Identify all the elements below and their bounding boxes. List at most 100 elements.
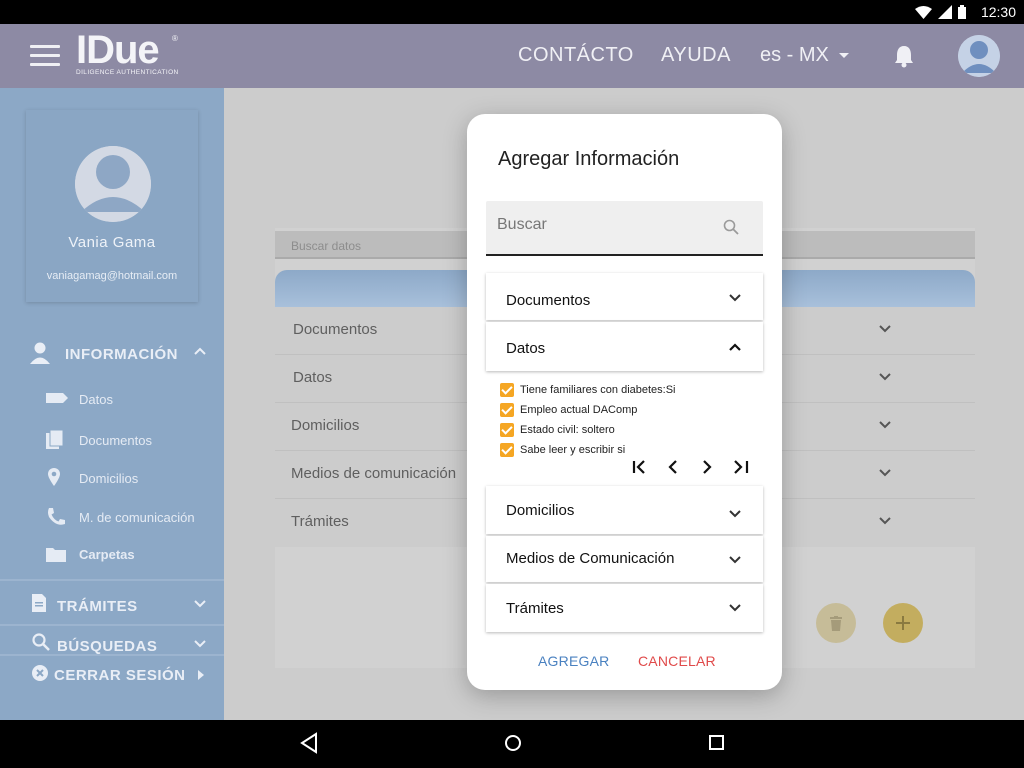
- sidebar-section-label: INFORMACIÓN: [65, 346, 178, 363]
- checkbox-checked[interactable]: [500, 403, 514, 417]
- sidebar-section-tramites[interactable]: TRÁMITES: [0, 588, 224, 624]
- chevron-down-icon: [729, 604, 741, 612]
- wifi-icon: [915, 5, 932, 19]
- signal-icon: [938, 5, 952, 19]
- sidebar-logout[interactable]: CERRAR SESIÓN: [0, 660, 224, 690]
- check-item[interactable]: Estado civil: soltero: [500, 420, 760, 440]
- sidebar-logout-label: CERRAR SESIÓN: [54, 667, 186, 684]
- dialog-search-input[interactable]: [497, 213, 717, 237]
- chevron-down-icon: [729, 294, 741, 302]
- agregar-button[interactable]: AGREGAR: [538, 653, 609, 669]
- search-icon[interactable]: [723, 219, 739, 235]
- logo-text: IDue: [76, 28, 160, 72]
- chevron-up-icon: [194, 347, 206, 355]
- language-value: es - MX: [760, 44, 829, 66]
- trash-icon: [830, 615, 842, 631]
- accordion-label: Medios de Comunicación: [506, 550, 675, 567]
- check-item[interactable]: Tiene familiares con diabetes:Si: [500, 380, 760, 400]
- accordion-tramites[interactable]: Trámites: [486, 584, 763, 632]
- plus-icon: [896, 616, 910, 630]
- checkbox-checked[interactable]: [500, 383, 514, 397]
- sidebar-item-label: Domicilios: [79, 471, 139, 486]
- accordion-domicilios[interactable]: Domicilios: [486, 486, 763, 534]
- sidebar: Vania Gama vaniagamag@hotmail.com INFORM…: [0, 88, 224, 720]
- nav-contact-link[interactable]: CONTÁCTO: [518, 44, 634, 67]
- row-label: Documentos: [293, 321, 378, 338]
- check-item-label: Empleo actual DAComp: [520, 404, 638, 416]
- accordion-documentos[interactable]: Documentos: [486, 273, 763, 320]
- sidebar-item-label: Documentos: [79, 433, 152, 448]
- logo-tagline: DILIGENCE AUTHENTICATION: [76, 69, 179, 76]
- row-label: Datos: [293, 369, 333, 386]
- sidebar-item-documentos[interactable]: Documentos: [0, 425, 224, 455]
- accordion-label: Trámites: [506, 600, 564, 617]
- main-search-placeholder: Buscar datos: [291, 239, 362, 253]
- sidebar-item-medios[interactable]: M. de comunicación: [0, 502, 224, 532]
- profile-card: Vania Gama vaniagamag@hotmail.com: [26, 110, 198, 302]
- first-page-button[interactable]: [629, 457, 649, 477]
- sidebar-item-label: Datos: [79, 392, 113, 407]
- avatar-icon[interactable]: [958, 35, 1000, 77]
- accordion-medios[interactable]: Medios de Comunicación: [486, 536, 763, 582]
- system-nav-bar: [0, 720, 1024, 768]
- datos-checklist: Tiene familiares con diabetes:Si Empleo …: [500, 380, 760, 460]
- search-icon: [32, 633, 50, 651]
- chevron-right-icon: [703, 460, 712, 474]
- accordion-label: Datos: [506, 340, 546, 357]
- accordion-datos[interactable]: Datos: [486, 322, 763, 371]
- chevron-left-icon: [668, 460, 677, 474]
- profile-email: vaniagamag@hotmail.com: [46, 270, 178, 282]
- app-bar: IDue DILIGENCE AUTHENTICATION ® CONTÁCTO…: [0, 24, 1024, 88]
- battery-icon: [958, 5, 966, 19]
- sidebar-divider: [0, 579, 224, 581]
- chevron-down-icon: [879, 517, 891, 525]
- home-icon[interactable]: [503, 732, 523, 754]
- file-icon: [32, 594, 46, 612]
- registered-icon: ®: [172, 34, 178, 43]
- bell-icon[interactable]: [893, 44, 915, 68]
- sidebar-item-domicilios[interactable]: Domicilios: [0, 463, 224, 493]
- accordion-label: Domicilios: [506, 502, 575, 519]
- add-button[interactable]: [883, 603, 923, 643]
- chevron-up-icon: [729, 343, 741, 351]
- add-info-dialog: Agregar Información Documentos Datos Tie…: [467, 114, 782, 690]
- pagination: [629, 457, 751, 477]
- status-bar: 12:30: [0, 0, 1024, 24]
- sidebar-item-label: Carpetas: [79, 547, 135, 562]
- last-page-icon: [734, 460, 749, 474]
- sidebar-item-carpetas[interactable]: Carpetas: [0, 539, 224, 569]
- language-selector[interactable]: es - MX: [760, 44, 849, 67]
- back-icon[interactable]: [300, 732, 318, 754]
- check-item-label: Sabe leer y escribir si: [520, 444, 626, 456]
- chevron-down-icon: [729, 556, 741, 564]
- chevron-down-icon: [879, 469, 891, 477]
- menu-icon[interactable]: [30, 45, 60, 67]
- folder-icon: [46, 548, 66, 562]
- chevron-down-icon: [879, 325, 891, 333]
- checkbox-checked[interactable]: [500, 423, 514, 437]
- last-page-button[interactable]: [731, 457, 751, 477]
- checkbox-checked[interactable]: [500, 443, 514, 457]
- chevron-down-icon: [194, 600, 206, 608]
- sidebar-section-informacion[interactable]: INFORMACIÓN: [0, 332, 224, 376]
- recents-icon[interactable]: [708, 732, 726, 754]
- phone-icon: [48, 508, 65, 525]
- chevron-down-icon: [729, 510, 741, 518]
- check-item[interactable]: Empleo actual DAComp: [500, 400, 760, 420]
- sidebar-divider: [0, 624, 224, 626]
- chevron-down-icon: [879, 421, 891, 429]
- label-icon: [46, 393, 68, 403]
- next-page-button[interactable]: [697, 457, 717, 477]
- close-circle-icon: [32, 665, 48, 681]
- person-icon: [30, 342, 50, 364]
- cancelar-button[interactable]: CANCELAR: [638, 653, 716, 669]
- sidebar-item-datos[interactable]: Datos: [0, 384, 224, 414]
- nav-help-link[interactable]: AYUDA: [661, 44, 731, 67]
- profile-name: Vania Gama: [68, 234, 156, 251]
- prev-page-button[interactable]: [663, 457, 683, 477]
- first-page-icon: [632, 460, 645, 474]
- delete-button[interactable]: [816, 603, 856, 643]
- chevron-right-icon: [198, 670, 204, 680]
- check-item-label: Estado civil: soltero: [520, 424, 615, 436]
- row-label: Domicilios: [291, 417, 360, 434]
